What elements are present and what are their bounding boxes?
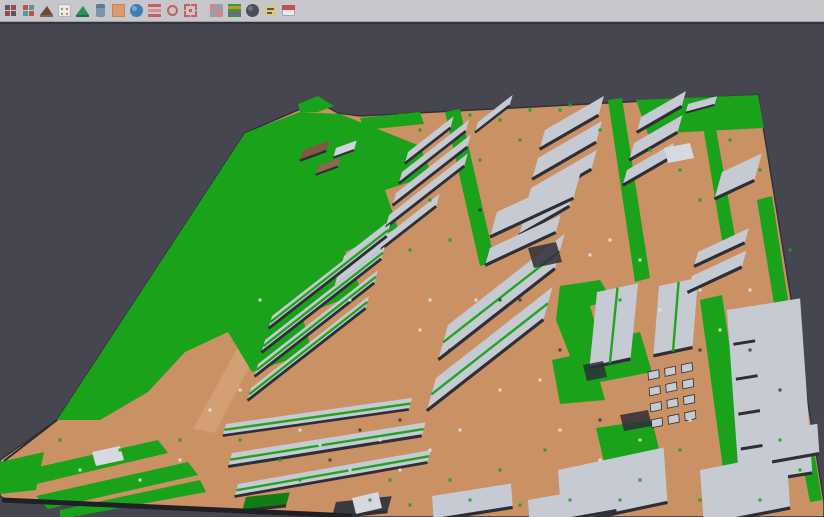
yellow-tag-icon [264, 4, 277, 17]
toolbar-button-red-ring[interactable] [164, 2, 180, 20]
toolbar-button-brown-hill-terrain[interactable] [38, 2, 54, 20]
point-cloud-scene[interactable] [0, 24, 824, 517]
toolbar-button-red-teal-pixels[interactable] [20, 2, 36, 20]
toolbar-button-red-white-card[interactable] [280, 2, 296, 20]
orange-square-icon [112, 4, 125, 17]
gray-points-icon [58, 4, 71, 17]
toolbar-button-dark-pixel-select[interactable] [2, 2, 18, 20]
red-white-card-icon [282, 4, 295, 17]
toolbar-button-dark-sphere[interactable] [244, 2, 260, 20]
classified-cloud-icon [228, 4, 241, 17]
brown-hill-terrain-icon [40, 4, 53, 17]
blue-box-icon [94, 4, 107, 17]
toolbar-button-green-hill-terrain[interactable] [74, 2, 90, 20]
toolbar-button-orange-square[interactable] [110, 2, 126, 20]
toolbar-button-blue-box[interactable] [92, 2, 108, 20]
toolbar-button-red-selection-brackets[interactable] [182, 2, 198, 20]
toolbar-button-classified-cloud[interactable] [226, 2, 242, 20]
green-hill-terrain-icon [76, 4, 89, 17]
dark-pixel-select-icon [4, 4, 17, 17]
red-selection-brackets-icon [184, 4, 197, 17]
main-toolbar [0, 0, 824, 22]
red-bars-icon [148, 4, 161, 17]
toolbar-button-red-bars[interactable] [146, 2, 162, 20]
toolbar-button-blue-sphere[interactable] [128, 2, 144, 20]
dark-sphere-icon [246, 4, 259, 17]
red-gray-checker-icon [210, 4, 223, 17]
red-teal-pixels-icon [22, 4, 35, 17]
blue-sphere-icon [130, 4, 143, 17]
red-ring-icon [166, 4, 179, 17]
viewport-3d[interactable] [0, 22, 824, 517]
toolbar-button-yellow-tag[interactable] [262, 2, 278, 20]
toolbar-button-red-gray-checker[interactable] [208, 2, 224, 20]
toolbar-button-gray-points[interactable] [56, 2, 72, 20]
